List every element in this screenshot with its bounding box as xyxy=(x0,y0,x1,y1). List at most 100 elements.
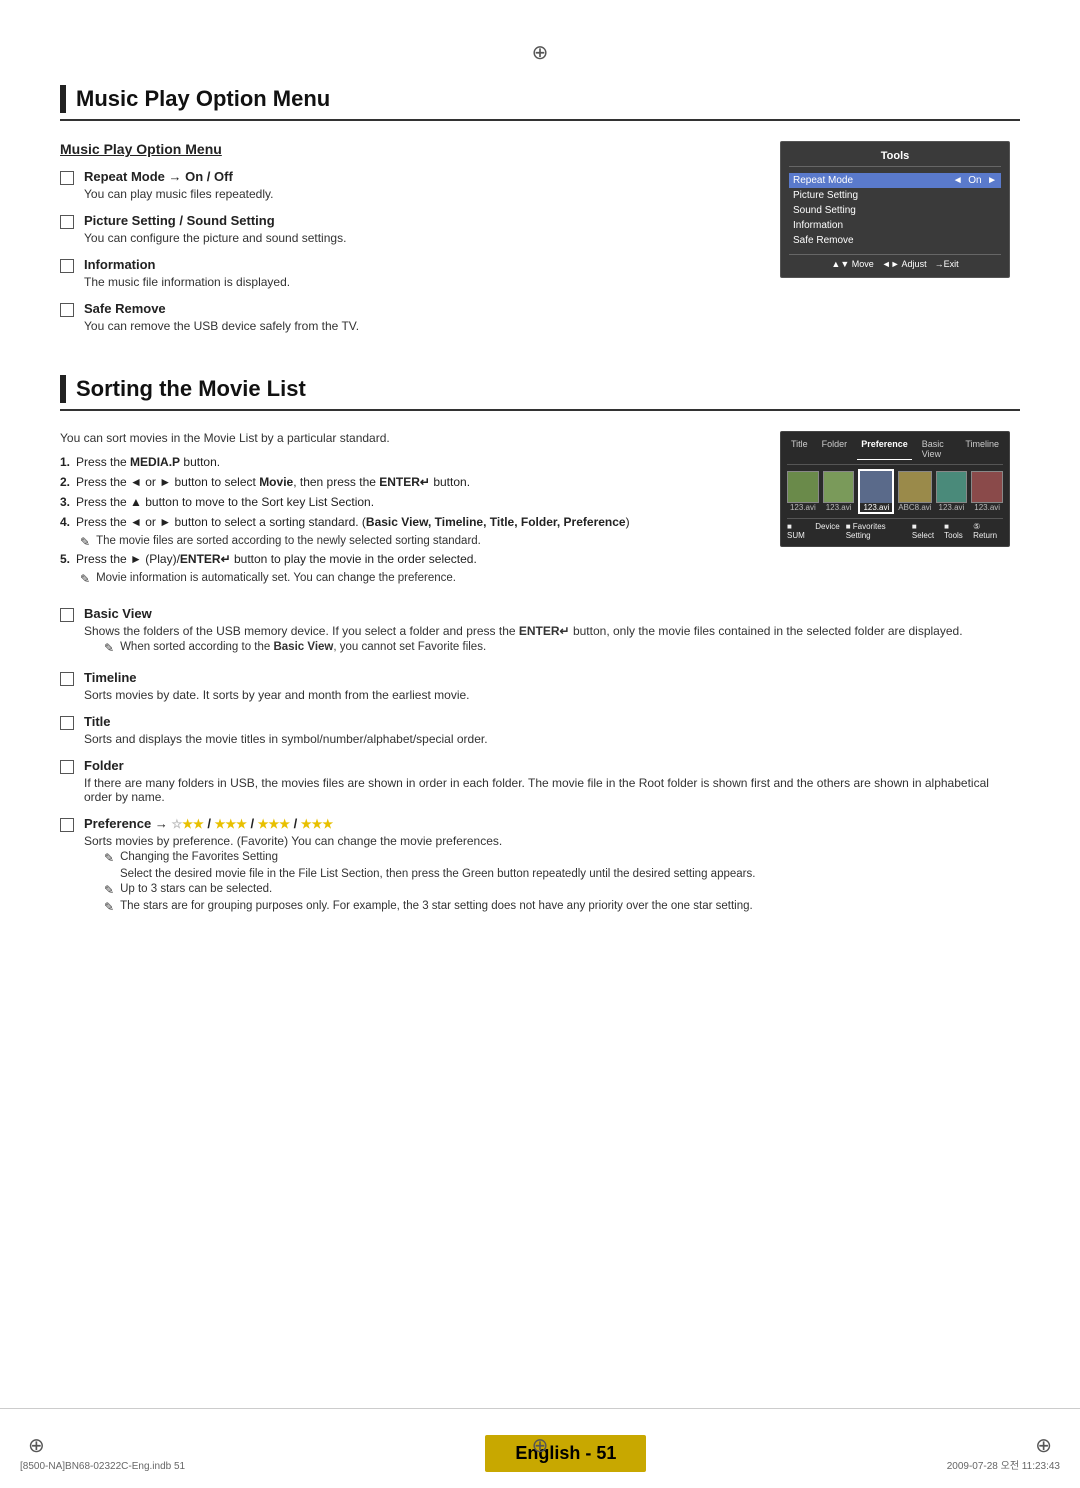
step-5: 5. Press the ► (Play)/ENTER↵ button to p… xyxy=(60,552,760,566)
movie-footer-device: Device xyxy=(815,522,839,540)
bullet-title-title: Title xyxy=(84,714,111,729)
bullet-basic-view-desc: Shows the folders of the USB memory devi… xyxy=(84,624,963,638)
bullet-basic-view: Basic View Shows the folders of the USB … xyxy=(60,606,1020,658)
movie-footer: ■ SUM Device ■ Favorites Setting ■ Selec… xyxy=(787,518,1003,540)
step-3-num: 3. xyxy=(60,495,70,509)
bottom-date-info: 2009-07-28 오전 11:23:43 xyxy=(947,1457,1060,1472)
bottom-right-compass-icon: ⊕ xyxy=(1035,1433,1052,1458)
bullet-title-desc: Sorts and displays the movie titles in s… xyxy=(84,732,488,746)
checkbox-picture-sound xyxy=(60,215,74,229)
bullet-repeat-title: Repeat Mode → On / Off xyxy=(84,169,233,184)
note-icon-5: ✎ xyxy=(80,572,90,586)
section-sorting: Sorting the Movie List You can sort movi… xyxy=(60,375,1020,917)
movie-tab-timeline: Timeline xyxy=(961,438,1003,460)
movie-footer-select: ■ Select xyxy=(912,522,938,540)
tools-item-safe-label: Safe Remove xyxy=(793,235,854,246)
step-1-text: Press the MEDIA.P button. xyxy=(76,455,220,469)
tools-footer-move: ▲▼ Move xyxy=(831,259,873,269)
movie-screenshot-area: Title Folder Preference Basic View Timel… xyxy=(780,431,1020,596)
step-5-note: ✎ Movie information is automatically set… xyxy=(80,572,760,586)
bullet-basic-view-title: Basic View xyxy=(84,606,152,621)
bullet-safe-remove: Safe Remove You can remove the USB devic… xyxy=(60,301,760,333)
bullet-folder-desc: If there are many folders in USB, the mo… xyxy=(84,776,1020,804)
step-2-text: Press the ◄ or ► button to select Movie,… xyxy=(76,475,470,489)
bottom-compass-icon: ⊕ xyxy=(532,1433,549,1458)
movie-footer-tools: ■ Tools xyxy=(944,522,967,540)
bullet-preference-title: Preference → ☆★★ / ★★★ / ★★★ / ★★★ xyxy=(84,816,333,831)
bullet-safe-remove-desc: You can remove the USB device safely fro… xyxy=(84,319,359,333)
tools-item-repeat-value: ◄ On ► xyxy=(953,175,997,186)
step-5-num: 5. xyxy=(60,552,70,566)
movie-thumbnails: 123.avi 123.avi 123.avi ABC8.avi xyxy=(787,469,1003,514)
tools-item-repeat: Repeat Mode ◄ On ► xyxy=(789,173,1001,188)
tools-item-repeat-label: Repeat Mode xyxy=(793,175,853,186)
bullet-repeat-mode: Repeat Mode → On / Off You can play musi… xyxy=(60,169,760,201)
checkbox-timeline xyxy=(60,672,74,686)
checkbox-repeat xyxy=(60,171,74,185)
tools-item-picture: Picture Setting xyxy=(789,188,1001,203)
preference-note-1: ✎ Changing the Favorites Setting xyxy=(104,851,755,865)
section2-title: Sorting the Movie List xyxy=(76,376,306,402)
movie-footer-return: ⑤ Return xyxy=(973,522,1003,540)
checkbox-folder xyxy=(60,760,74,774)
movie-tab-folder: Folder xyxy=(818,438,852,460)
bullet-information-title: Information xyxy=(84,257,156,272)
bottom-left-compass-icon: ⊕ xyxy=(28,1433,45,1458)
step-4-num: 4. xyxy=(60,515,70,529)
page-container: ⊕ Music Play Option Menu Music Play Opti… xyxy=(0,0,1080,1488)
step-4: 4. Press the ◄ or ► button to select a s… xyxy=(60,515,760,529)
bullet-information-desc: The music file information is displayed. xyxy=(84,275,290,289)
section1-title: Music Play Option Menu xyxy=(76,86,330,112)
preference-note-4-text: The stars are for grouping purposes only… xyxy=(120,900,753,912)
numbered-steps: 1. Press the MEDIA.P button. 2. Press th… xyxy=(60,455,760,586)
bullet-timeline-desc: Sorts movies by date. It sorts by year a… xyxy=(84,688,470,702)
checkbox-information xyxy=(60,259,74,273)
tools-footer-exit: →Exit xyxy=(935,259,959,269)
step-3: 3. Press the ▲ button to move to the Sor… xyxy=(60,495,760,509)
tools-item-info: Information xyxy=(789,218,1001,233)
bottom-english-label: English - 51 xyxy=(485,1435,646,1472)
bullet-information: Information The music file information i… xyxy=(60,257,760,289)
bullet-picture-sound-title: Picture Setting / Sound Setting xyxy=(84,213,275,228)
section1-content: Music Play Option Menu Repeat Mode → On … xyxy=(60,141,1020,345)
tools-item-safe: Safe Remove xyxy=(789,233,1001,248)
preference-note-4: ✎ The stars are for grouping purposes on… xyxy=(104,900,755,914)
note-icon-pref4: ✎ xyxy=(104,900,114,914)
note-icon-pref1: ✎ xyxy=(104,851,114,865)
checkbox-title xyxy=(60,716,74,730)
movie-tab-basicview: Basic View xyxy=(918,438,956,460)
step-3-text: Press the ▲ button to move to the Sort k… xyxy=(76,495,374,509)
section2-bar xyxy=(60,375,66,403)
movie-tab-title: Title xyxy=(787,438,812,460)
section1-subheading: Music Play Option Menu xyxy=(60,141,760,157)
section1-header: Music Play Option Menu xyxy=(60,85,1020,121)
section1-left: Music Play Option Menu Repeat Mode → On … xyxy=(60,141,760,345)
section2-header: Sorting the Movie List xyxy=(60,375,1020,411)
section2-left: You can sort movies in the Movie List by… xyxy=(60,431,760,596)
section1-bar xyxy=(60,85,66,113)
step-1: 1. Press the MEDIA.P button. xyxy=(60,455,760,469)
tools-item-info-label: Information xyxy=(793,220,843,231)
movie-footer-sum: ■ SUM xyxy=(787,522,809,540)
section-music-play: Music Play Option Menu Music Play Option… xyxy=(60,85,1020,345)
tools-item-sound-label: Sound Setting xyxy=(793,205,856,216)
note-icon-pref3: ✎ xyxy=(104,883,114,897)
preference-note-2: Select the desired movie file in the Fil… xyxy=(120,868,755,880)
tools-title: Tools xyxy=(789,150,1001,167)
tools-item-picture-label: Picture Setting xyxy=(793,190,858,201)
tools-footer: ▲▼ Move ◄► Adjust →Exit xyxy=(789,254,1001,269)
bullet-safe-remove-title: Safe Remove xyxy=(84,301,166,316)
movie-footer-favorites: ■ Favorites Setting xyxy=(846,522,906,540)
step-4-note-text: The movie files are sorted according to … xyxy=(96,535,481,547)
tools-footer-adjust: ◄► Adjust xyxy=(882,259,927,269)
note-icon-4: ✎ xyxy=(80,535,90,549)
step-5-note-text: Movie information is automatically set. … xyxy=(96,572,456,584)
step-2-num: 2. xyxy=(60,475,70,489)
tools-screenshot-area: Tools Repeat Mode ◄ On ► Picture Setting… xyxy=(780,141,1020,345)
bullet-preference: Preference → ☆★★ / ★★★ / ★★★ / ★★★ Sorts… xyxy=(60,816,1020,917)
bullet-timeline-title: Timeline xyxy=(84,670,137,685)
movie-screenshot: Title Folder Preference Basic View Timel… xyxy=(780,431,1010,547)
bullet-title: Title Sorts and displays the movie title… xyxy=(60,714,1020,746)
checkbox-safe-remove xyxy=(60,303,74,317)
section2-intro: You can sort movies in the Movie List by… xyxy=(60,431,760,445)
